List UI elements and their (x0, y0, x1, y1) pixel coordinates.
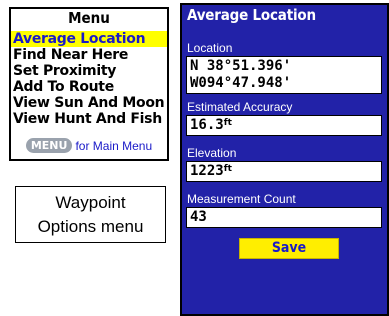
menu-item-set-proximity[interactable]: Set Proximity (11, 63, 167, 79)
accuracy-field: 16.3ft (186, 115, 382, 136)
menu-list: Average Location Find Near Here Set Prox… (11, 31, 167, 127)
menu-item-view-hunt-and-fish[interactable]: View Hunt And Fish (11, 111, 167, 127)
measurement-count-field: 43 (186, 207, 382, 228)
save-button[interactable]: Save (239, 238, 339, 259)
location-label: Location (187, 41, 233, 55)
location-field: N 38°51.396' W094°47.948' (186, 56, 382, 94)
menu-key-icon: MENU (25, 138, 73, 153)
measurement-count-label: Measurement Count (187, 192, 296, 206)
menu-item-average-location[interactable]: Average Location (11, 31, 167, 47)
menu-item-add-to-route[interactable]: Add To Route (11, 79, 167, 95)
caption-line-2: Options menu (37, 217, 144, 236)
menu-item-view-sun-and-moon[interactable]: View Sun And Moon (11, 95, 167, 111)
elevation-field: 1223ft (186, 161, 382, 182)
page-title: Average Location (182, 5, 387, 27)
elevation-label: Elevation (187, 146, 237, 160)
average-location-page: Average Location Location N 38°51.396' W… (180, 3, 389, 316)
accuracy-label: Estimated Accuracy (187, 100, 293, 114)
longitude-value: W094°47.948' (190, 75, 292, 91)
latitude-value: N 38°51.396' (190, 58, 292, 74)
menu-footer-text: for Main Menu (75, 139, 153, 153)
measurement-count-value: 43 (190, 209, 207, 225)
accuracy-value: 16.3 (190, 117, 224, 133)
menu-item-find-near-here[interactable]: Find Near Here (11, 47, 167, 63)
menu-title: Menu (68, 9, 110, 27)
caption-box: Waypoint Options menu (15, 186, 166, 243)
caption-line-1: Waypoint (55, 193, 126, 212)
accuracy-unit: ft (223, 118, 232, 128)
menu-footer-hint: MENU for Main Menu (11, 138, 167, 153)
elevation-value: 1223 (190, 163, 224, 179)
elevation-unit: ft (223, 164, 232, 174)
waypoint-options-menu: Menu Average Location Find Near Here Set… (9, 7, 169, 161)
